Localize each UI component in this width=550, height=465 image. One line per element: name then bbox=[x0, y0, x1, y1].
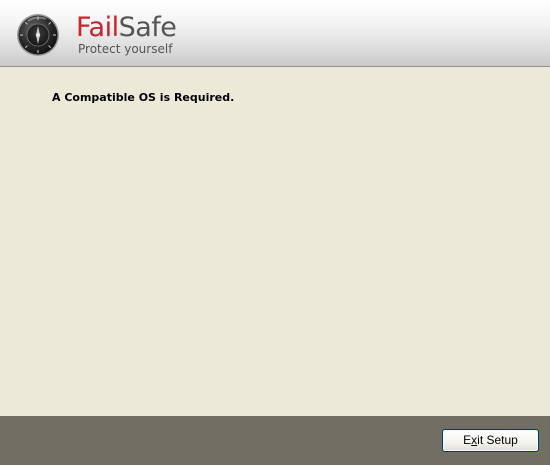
error-message: A Compatible OS is Required. bbox=[52, 91, 235, 104]
brand-name-part1: Fail bbox=[76, 12, 119, 43]
exit-setup-button[interactable]: Exit Setup bbox=[442, 429, 539, 452]
app-brand-name: FailSafe bbox=[76, 12, 177, 43]
exit-button-label-end: it Setup bbox=[477, 433, 518, 447]
main-content: A Compatible OS is Required. bbox=[0, 67, 550, 416]
app-tagline: Protect yourself bbox=[78, 42, 173, 56]
header-banner: FailSafe Protect yourself bbox=[0, 0, 550, 67]
vault-dial-icon bbox=[17, 14, 59, 56]
footer-bar: Exit Setup bbox=[0, 416, 550, 465]
brand-name-part2: Safe bbox=[118, 12, 177, 43]
exit-button-label-start: E bbox=[463, 433, 472, 447]
